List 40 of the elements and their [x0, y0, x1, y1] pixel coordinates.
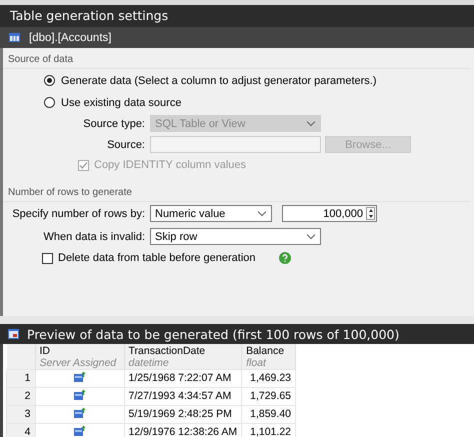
field-label: Source:	[106, 138, 146, 150]
table-cell: 1,729.65	[242, 388, 296, 406]
table-cell: 1,469.23	[242, 370, 296, 388]
help-icon[interactable]	[278, 252, 291, 264]
table-icon	[9, 33, 20, 42]
radio-label: Use existing data source	[61, 96, 182, 108]
row-number: 2	[6, 388, 35, 406]
row-count-field[interactable]: 100,000	[282, 205, 377, 222]
row-number: 1	[6, 370, 35, 388]
window-title: Table generation settings	[0, 5, 474, 27]
server-assigned-icon	[74, 425, 86, 436]
checkbox[interactable]	[42, 252, 53, 264]
column-header[interactable]: Balance float	[242, 344, 296, 370]
row-mode-dropdown[interactable]: Numeric value	[150, 205, 272, 222]
preview-title: Preview of data to be generated (first 100 rows of 100,000)	[27, 326, 400, 342]
table-cell: 1/25/1968 7:22:07 AM	[124, 370, 242, 388]
table-cell: 5/19/1969 2:48:25 PM	[124, 406, 242, 424]
radio-button[interactable]	[44, 75, 55, 86]
server-assigned-icon	[74, 389, 86, 400]
radio-label: Generate data (Select a column to adjust generator parameters.)	[61, 74, 377, 86]
field-label: When data is invalid:	[42, 230, 146, 242]
preview-icon	[8, 329, 19, 339]
spinner-icon[interactable]	[366, 207, 375, 220]
table-cell: 7/27/1993 4:34:57 AM	[124, 388, 242, 406]
radio-button[interactable]	[44, 97, 55, 108]
invalid-data-dropdown[interactable]: Skip row	[150, 228, 321, 245]
section-title: Source of data	[3, 54, 470, 69]
table-cell: 1,859.40	[242, 406, 296, 424]
field-label: Specify number of rows by:	[11, 208, 146, 220]
column-header[interactable]: TransactionDate datetime	[124, 344, 242, 370]
field-label: Source type:	[82, 118, 146, 130]
server-assigned-icon	[74, 371, 86, 382]
table-name: [dbo].[Accounts]	[29, 32, 112, 44]
row-number: 3	[6, 406, 35, 424]
row-number: 4	[6, 424, 35, 437]
section-title: Number of rows to generate	[3, 187, 470, 202]
checkbox-label: Copy IDENTITY column values	[94, 159, 246, 171]
checkbox-label: Delete data from table before generation	[58, 252, 256, 264]
server-assigned-icon	[74, 407, 86, 418]
column-header[interactable]: ID Server Assigned	[35, 344, 124, 370]
